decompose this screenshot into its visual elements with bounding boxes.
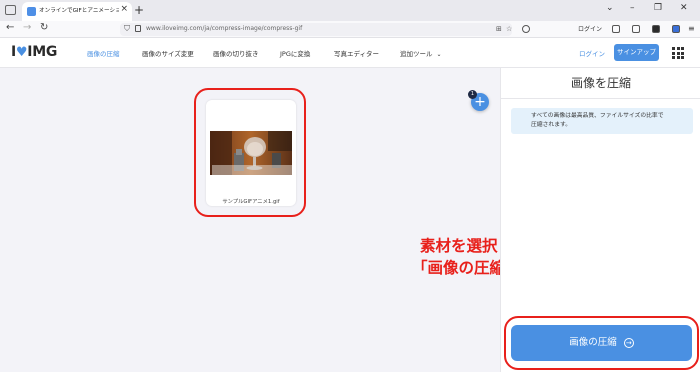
red-highlight-file-card bbox=[194, 88, 306, 217]
tab-list-icon[interactable] bbox=[5, 5, 16, 15]
restore-button[interactable]: ❐ bbox=[654, 3, 662, 13]
url-text[interactable]: www.iloveimg.com/ja/compress-image/compr… bbox=[146, 25, 302, 32]
sidebar-title: 画像を圧縮 bbox=[570, 76, 631, 90]
info-text-line-2: 圧縮されます。 bbox=[531, 122, 571, 128]
red-highlight-compress-button bbox=[504, 316, 699, 370]
reload-button[interactable]: ↻ bbox=[40, 22, 48, 33]
account-icon[interactable] bbox=[522, 25, 530, 33]
browser-tab-bar: オンラインでGIFとアニメーションGIFを... × + ⌄ – ❐ ✕ bbox=[0, 0, 700, 21]
browser-toolbar: ← → ↻ ⛉ www.iloveimg.com/ja/compress-ima… bbox=[0, 21, 700, 38]
share-icon[interactable] bbox=[612, 25, 620, 33]
nav-convert-to-jpg[interactable]: JPGに変換 bbox=[280, 48, 310, 58]
menu-icon[interactable]: ≡ bbox=[688, 24, 695, 33]
iloveimg-logo[interactable]: I♥IMG bbox=[11, 44, 57, 60]
nav-photo-editor[interactable]: 写真エディター bbox=[334, 48, 379, 58]
lock-icon[interactable] bbox=[135, 25, 141, 32]
nav-compress-image[interactable]: 画像の圧縮 bbox=[87, 48, 120, 58]
tab-title: オンラインでGIFとアニメーションGIFを... bbox=[39, 8, 119, 14]
options-sidebar: 画像を圧縮 すべての画像は最高品質、ファイルサイズの比率で 圧縮されます。 画像… bbox=[500, 68, 700, 372]
window-close-button[interactable]: ✕ bbox=[680, 3, 688, 13]
address-bar[interactable]: ⛉ www.iloveimg.com/ja/compress-image/com… bbox=[120, 23, 512, 36]
new-tab-button[interactable]: + bbox=[134, 3, 144, 17]
tracking-shield-icon[interactable]: ⛉ bbox=[124, 24, 130, 34]
sidebar-divider bbox=[501, 98, 700, 99]
close-tab-icon[interactable]: × bbox=[120, 4, 128, 14]
addon-icon-2[interactable] bbox=[672, 25, 680, 33]
tab-overflow-chevron-icon[interactable]: ⌄ bbox=[606, 3, 614, 13]
translate-icon[interactable]: ⊞ bbox=[496, 25, 502, 33]
file-count-badge: 1 bbox=[468, 90, 477, 99]
upload-workspace: サンプルGIFアニメ1.gif + 1 素材を選択し 「画像の圧縮」をクリック bbox=[0, 68, 598, 372]
signup-button[interactable]: サインアップ bbox=[614, 44, 659, 61]
nav-crop-image[interactable]: 画像の切り抜き bbox=[213, 48, 259, 58]
site-favicon-icon bbox=[27, 7, 36, 16]
apps-grid-icon[interactable] bbox=[672, 47, 684, 59]
addon-icon[interactable] bbox=[652, 25, 660, 33]
info-text-line-1: すべての画像は最高品質、ファイルサイズの比率で bbox=[531, 113, 664, 119]
forward-button[interactable]: → bbox=[23, 22, 31, 33]
info-box: すべての画像は最高品質、ファイルサイズの比率で 圧縮されます。 bbox=[511, 108, 693, 134]
toolbar-login-label[interactable]: ログイン bbox=[578, 24, 602, 33]
login-link[interactable]: ログイン bbox=[579, 48, 605, 58]
nav-resize-image[interactable]: 画像のサイズ変更 bbox=[142, 48, 194, 58]
site-header: I♥IMG 画像の圧縮 画像のサイズ変更 画像の切り抜き JPGに変換 写真エデ… bbox=[0, 38, 700, 68]
chevron-down-icon: ⌄ bbox=[436, 51, 442, 58]
logo-text-img: IMG bbox=[27, 44, 58, 60]
logo-heart-icon: ♥ bbox=[15, 45, 28, 60]
nav-more-tools[interactable]: 追加ツール ⌄ bbox=[400, 48, 442, 58]
bookmark-star-icon[interactable]: ☆ bbox=[506, 25, 512, 33]
minimize-button[interactable]: – bbox=[630, 3, 635, 13]
back-button[interactable]: ← bbox=[6, 22, 14, 33]
browser-tab[interactable]: オンラインでGIFとアニメーションGIFを... × bbox=[22, 2, 132, 21]
nav-more-tools-label: 追加ツール bbox=[400, 50, 433, 58]
extensions-icon[interactable] bbox=[632, 25, 640, 33]
